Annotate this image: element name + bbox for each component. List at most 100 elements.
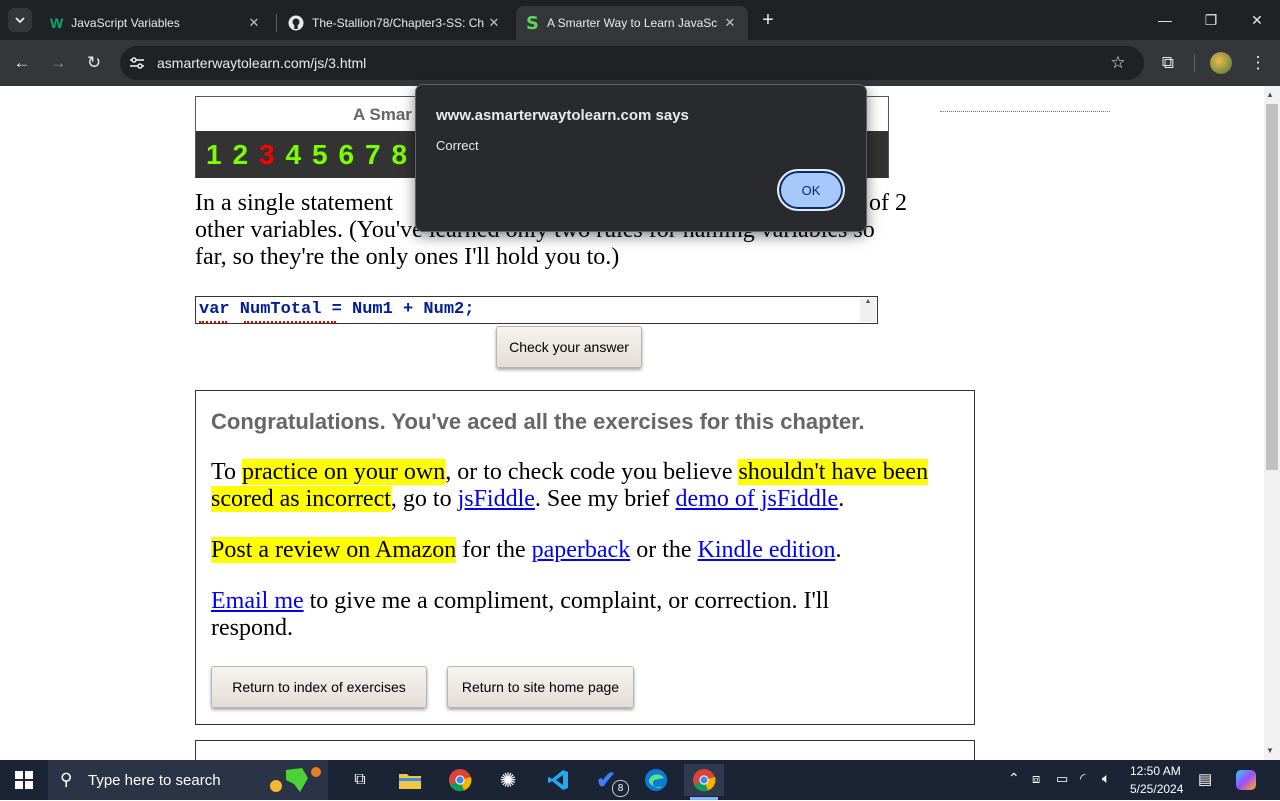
highlight-practice: practice on your own xyxy=(241,459,446,485)
minimize-icon: — xyxy=(1158,12,1172,28)
task-view-icon: ⧉ xyxy=(354,771,366,788)
site-info-icon[interactable] xyxy=(128,54,146,72)
chapter-number-4[interactable]: 4 xyxy=(286,139,313,173)
decorative-dotted-line xyxy=(940,111,1110,113)
close-tab-icon[interactable]: ✕ xyxy=(246,15,262,31)
review-paragraph: Post a review on Amazon for the paperbac… xyxy=(211,537,842,563)
back-button[interactable]: ← xyxy=(10,51,34,75)
reload-button[interactable]: ↻ xyxy=(82,51,106,75)
dialog-origin: www.asmarterwaytolearn.com says xyxy=(436,107,689,124)
windows-icon xyxy=(15,771,33,789)
notifications-icon[interactable]: ▤ xyxy=(1198,770,1212,788)
plus-icon: + xyxy=(762,8,774,31)
restore-button[interactable]: ❐ xyxy=(1188,0,1234,40)
chatgpt-app[interactable]: ✺ xyxy=(488,764,528,796)
spellcheck-underline xyxy=(199,319,227,323)
smarter-way-icon: S xyxy=(526,12,539,34)
chrome-icon xyxy=(693,769,716,792)
answer-text: var NumTotal = Num1 + Num2; xyxy=(199,300,475,319)
w3schools-icon: W xyxy=(50,15,64,31)
practice-paragraph: To practice on your own, or to check cod… xyxy=(211,459,929,512)
tab-title: The-Stallion78/Chapter3-SS: Ch xyxy=(312,16,485,30)
tab-search-button[interactable] xyxy=(8,8,32,32)
arrow-right-icon: → xyxy=(49,53,67,72)
star-icon: ☆ xyxy=(1110,53,1126,72)
reload-icon: ↻ xyxy=(86,53,102,72)
dialog-ok-button[interactable]: OK xyxy=(777,169,845,211)
scroll-up-arrow-icon[interactable]: ▲ xyxy=(1266,90,1274,99)
tab-javascript-variables[interactable]: W JavaScript Variables ✕ xyxy=(40,6,272,40)
battery-icon[interactable]: ▭ xyxy=(1056,771,1068,787)
scroll-down-arrow-icon[interactable]: ▼ xyxy=(1266,746,1274,755)
highlight-review: Post a review on Amazon xyxy=(211,537,457,563)
kebab-menu-icon: ⋮ xyxy=(1249,53,1267,72)
arrow-left-icon: ← xyxy=(13,53,31,72)
answer-textarea[interactable]: var NumTotal = Num1 + Num2; ▲ xyxy=(195,296,878,324)
volume-icon[interactable]: 🔈︎ xyxy=(1102,770,1110,787)
chrome-active-app[interactable] xyxy=(684,764,724,796)
minimize-button[interactable]: — xyxy=(1142,0,1188,40)
close-tab-icon[interactable]: ✕ xyxy=(722,15,738,31)
vscode-app[interactable] xyxy=(538,764,578,796)
tab-title: JavaScript Variables xyxy=(71,16,180,30)
show-hidden-icons-icon[interactable]: ⌃ xyxy=(1008,770,1020,787)
return-to-home-button[interactable]: Return to site home page xyxy=(447,666,634,708)
chrome-app[interactable] xyxy=(440,764,480,796)
restore-icon: ❐ xyxy=(1204,11,1218,28)
tab-github[interactable]: The-Stallion78/Chapter3-SS: Ch ✕ xyxy=(278,6,512,40)
menu-button[interactable]: ⋮ xyxy=(1246,51,1270,75)
chrome-icon xyxy=(449,769,472,792)
wifi-icon[interactable]: ◜ xyxy=(1080,770,1085,787)
chapter-number-2[interactable]: 2 xyxy=(233,139,260,173)
edge-icon xyxy=(645,769,667,791)
chapter-number-5[interactable]: 5 xyxy=(312,139,339,173)
taskbar-search-placeholder: Type here to search xyxy=(88,772,221,789)
edge-app[interactable] xyxy=(636,764,676,796)
congrats-heading: Congratulations. You've aced all the exe… xyxy=(211,409,865,434)
github-icon xyxy=(288,15,304,31)
chapter-number-6[interactable]: 6 xyxy=(339,139,366,173)
profile-avatar[interactable] xyxy=(1210,52,1232,74)
return-to-index-button[interactable]: Return to index of exercises xyxy=(211,666,427,708)
bookmark-button[interactable]: ☆ xyxy=(1106,51,1130,75)
check-answer-button[interactable]: Check your answer xyxy=(496,326,642,368)
chapter-number-7[interactable]: 7 xyxy=(365,139,392,173)
clock-date[interactable]: 5/25/2024 xyxy=(1130,782,1183,796)
todo-app[interactable]: ✔ 8 xyxy=(586,764,629,797)
tab-title: A Smarter Way to Learn JavaSc xyxy=(546,16,718,30)
new-tab-button[interactable]: + xyxy=(756,8,780,32)
chevron-down-icon xyxy=(15,17,25,24)
clock-time[interactable]: 12:50 AM xyxy=(1130,764,1181,778)
tab-smarter-way[interactable]: S A Smarter Way to Learn JavaSc ✕ xyxy=(516,6,748,40)
textarea-scrollbar[interactable]: ▲ xyxy=(860,298,876,322)
folder-icon xyxy=(399,774,421,789)
kindle-edition-link[interactable]: Kindle edition xyxy=(698,537,836,563)
spellcheck-underline xyxy=(244,319,336,323)
meet-now-icon[interactable]: ⧈ xyxy=(1032,771,1040,787)
puzzle-icon: ⧉ xyxy=(1161,53,1175,72)
scrollbar-thumb[interactable] xyxy=(1266,104,1278,470)
chapter-number-3[interactable]: 3 xyxy=(259,139,286,173)
vscode-icon xyxy=(548,770,568,790)
close-icon: ✕ xyxy=(1251,11,1263,28)
email-paragraph: Email me to give me a compliment, compla… xyxy=(211,588,830,641)
prompt-text-line3: far, so they're the only ones I'll hold … xyxy=(195,244,620,270)
url-text[interactable]: asmarterwaytolearn.com/js/3.html xyxy=(157,55,366,71)
search-highlight-image[interactable] xyxy=(268,764,324,796)
task-view-button[interactable]: ⧉ xyxy=(340,764,380,796)
dialog-message: Correct xyxy=(436,138,479,153)
forward-button[interactable]: → xyxy=(46,51,70,75)
jsfiddle-link[interactable]: jsFiddle xyxy=(458,486,535,512)
copilot-icon[interactable] xyxy=(1236,770,1256,790)
jsfiddle-demo-link[interactable]: demo of jsFiddle xyxy=(676,486,839,512)
chapter-number-1[interactable]: 1 xyxy=(206,139,233,173)
close-tab-icon[interactable]: ✕ xyxy=(486,15,502,31)
chapter-numbers: 12345678 xyxy=(206,139,418,173)
search-icon: ⚲ xyxy=(60,770,73,789)
close-window-button[interactable]: ✕ xyxy=(1234,0,1280,40)
email-link[interactable]: Email me xyxy=(211,588,304,614)
paperback-link[interactable]: paperback xyxy=(532,537,631,563)
file-explorer-app[interactable] xyxy=(390,764,430,796)
extensions-button[interactable]: ⧉ xyxy=(1156,51,1180,75)
start-button[interactable] xyxy=(0,760,48,800)
